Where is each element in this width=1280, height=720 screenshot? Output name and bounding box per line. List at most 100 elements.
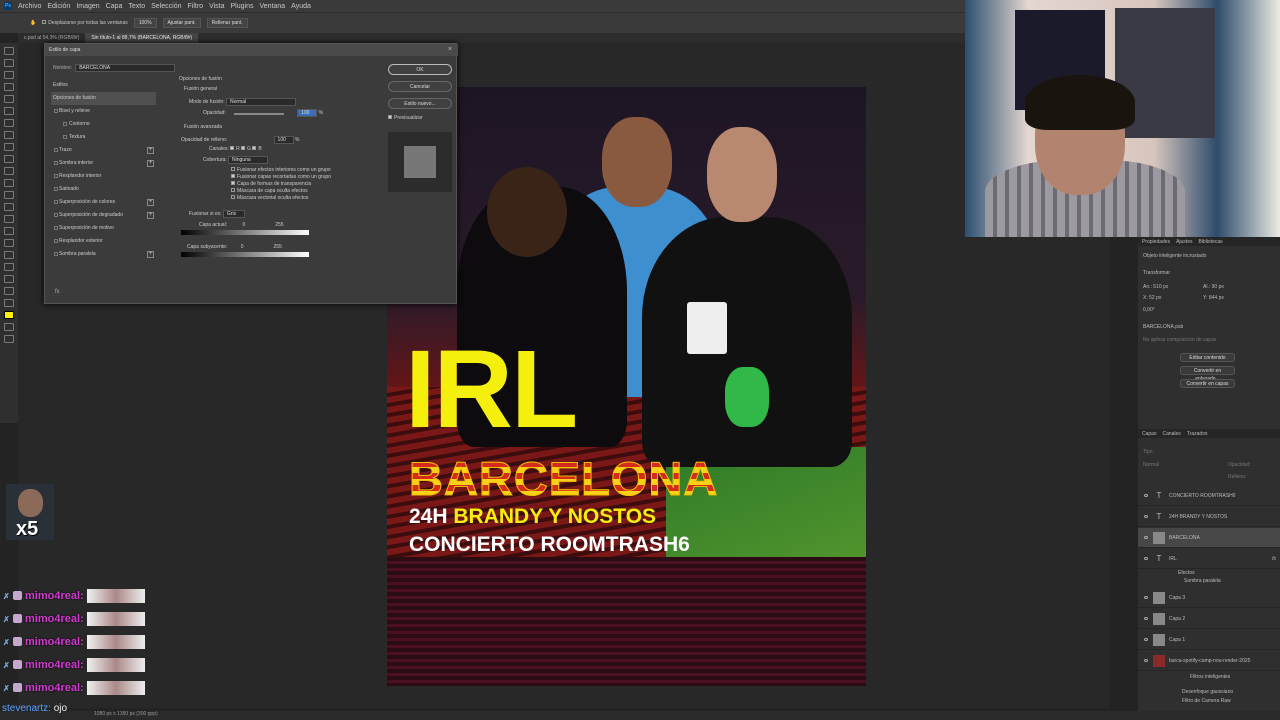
tab-channels[interactable]: Canales xyxy=(1162,431,1180,437)
style-stroke[interactable]: Trazo + xyxy=(51,144,156,157)
x-field[interactable]: X: 52 px xyxy=(1143,295,1161,301)
preview-checkbox[interactable]: Previsualizar xyxy=(388,115,453,121)
menu-filtro[interactable]: Filtro xyxy=(188,3,204,10)
tab-document-2[interactable]: Sin título-1 al 88,7% (BARCELONA, RGB/8#… xyxy=(85,33,199,43)
eye-icon[interactable] xyxy=(1144,617,1148,620)
style-contour[interactable]: Contorno xyxy=(51,118,156,131)
quick-mask-icon[interactable] xyxy=(4,323,14,331)
style-texture[interactable]: Textura xyxy=(51,131,156,144)
style-outer-glow[interactable]: Resplandor exterior xyxy=(51,235,156,248)
tab-properties[interactable]: Propiedades xyxy=(1142,239,1170,245)
stamp-tool-icon[interactable] xyxy=(4,155,14,163)
blur-tool-icon[interactable] xyxy=(4,203,14,211)
menu-vista[interactable]: Vista xyxy=(209,3,224,10)
add-icon[interactable]: + xyxy=(147,147,154,154)
tab-document-1[interactable]: c.psd al 54,3% (RGB/8#) xyxy=(18,33,85,43)
menu-seleccion[interactable]: Selección xyxy=(151,3,181,10)
height-field[interactable]: Al.: 90 px xyxy=(1203,284,1224,290)
layer-filter-search[interactable]: Tipo xyxy=(1143,449,1153,455)
path-select-icon[interactable] xyxy=(4,251,14,259)
layer-row[interactable]: T IRL fx xyxy=(1138,549,1280,569)
type-tool-icon[interactable] xyxy=(4,239,14,247)
eye-icon[interactable] xyxy=(1144,659,1148,662)
add-icon[interactable]: + xyxy=(147,160,154,167)
scroll-all-checkbox[interactable]: Desplazarse por todas las ventanas xyxy=(42,20,128,26)
layer-row[interactable]: BARCELONA xyxy=(1138,528,1280,548)
zoom-tool-icon[interactable] xyxy=(4,287,14,295)
eye-icon[interactable] xyxy=(1144,536,1148,539)
adv-check-1[interactable]: Fusionar efectos interiores como un grup… xyxy=(231,167,331,173)
layer-fill-label[interactable]: Relleno: xyxy=(1228,474,1246,480)
menu-plugins[interactable]: Plugins xyxy=(231,3,254,10)
gradient-tool-icon[interactable] xyxy=(4,191,14,199)
layer-row[interactable]: T CONCIERTO ROOMTRASH6 xyxy=(1138,486,1280,506)
menu-archivo[interactable]: Archivo xyxy=(18,3,41,10)
tab-adjustments[interactable]: Ajustes xyxy=(1176,239,1192,245)
menu-imagen[interactable]: Imagen xyxy=(76,3,99,10)
add-icon[interactable]: + xyxy=(147,199,154,206)
convert-linked-button[interactable]: Convertir en enlazado... xyxy=(1180,366,1235,382)
adv-check-2[interactable]: Fusionar capas recortadas como un grupo xyxy=(231,174,331,180)
add-icon[interactable]: + xyxy=(147,251,154,258)
fx-menu-icon[interactable]: fx xyxy=(55,289,60,295)
hand-tool-icon[interactable]: ✋ xyxy=(30,20,36,26)
tab-paths[interactable]: Trazados xyxy=(1187,431,1208,437)
move-tool-icon[interactable] xyxy=(4,47,14,55)
crop-tool-icon[interactable] xyxy=(4,95,14,103)
convert-layers-button[interactable]: Convertir en capas xyxy=(1180,379,1235,388)
layer-blend-mode[interactable]: Normal xyxy=(1143,462,1159,468)
style-color-overlay[interactable]: Superposición de colores + xyxy=(51,196,156,209)
adv-check-4[interactable]: Máscara de capa oculta efectos xyxy=(231,188,308,194)
layer-row[interactable]: T 24H BRANDY Y NOSTOS xyxy=(1138,507,1280,527)
close-icon[interactable]: × xyxy=(448,46,452,53)
shape-tool-icon[interactable] xyxy=(4,263,14,271)
drop-shadow-effect[interactable]: Sombra paralela xyxy=(1184,578,1221,584)
tab-layers[interactable]: Capas xyxy=(1142,431,1156,437)
eye-icon[interactable] xyxy=(1144,557,1148,560)
blend-mode-select[interactable]: Normal xyxy=(225,98,296,106)
brush-tool-icon[interactable] xyxy=(4,143,14,151)
healing-tool-icon[interactable] xyxy=(4,131,14,139)
layer-comp-select[interactable]: No aplicar composición de capas xyxy=(1143,337,1216,343)
style-inner-shadow[interactable]: Sombra interior + xyxy=(51,157,156,170)
layer-opacity-label[interactable]: Opacidad: xyxy=(1228,462,1251,468)
cancel-button[interactable]: Cancelar xyxy=(388,81,452,92)
pen-tool-icon[interactable] xyxy=(4,227,14,235)
menu-capa[interactable]: Capa xyxy=(106,3,123,10)
ok-button[interactable]: OK xyxy=(388,64,452,75)
style-blending-options[interactable]: Opciones de fusión xyxy=(51,92,156,105)
channel-r-checkbox[interactable] xyxy=(230,146,235,150)
eye-icon[interactable] xyxy=(1144,596,1148,599)
foreground-color-swatch[interactable] xyxy=(4,311,14,319)
opacity-slider[interactable] xyxy=(234,113,284,115)
layer-row[interactable]: Capa 3 xyxy=(1138,588,1280,608)
layer-row[interactable]: Capa 1 xyxy=(1138,630,1280,650)
fill-screen-button[interactable]: Rellenar pant. xyxy=(206,18,248,28)
marquee-tool-icon[interactable] xyxy=(4,59,14,67)
channel-g-checkbox[interactable] xyxy=(241,146,246,150)
eye-icon[interactable] xyxy=(1144,515,1148,518)
menu-ayuda[interactable]: Ayuda xyxy=(291,3,311,10)
adv-check-3[interactable]: Capa de formas de transparencia xyxy=(231,181,311,187)
menu-ventana[interactable]: Ventana xyxy=(259,3,285,10)
edit-toolbar-icon[interactable] xyxy=(4,299,14,307)
camera-raw-filter[interactable]: Filtro de Camera Raw xyxy=(1182,698,1231,704)
fx-icon[interactable]: fx xyxy=(1272,556,1276,562)
eye-icon[interactable] xyxy=(1144,494,1148,497)
style-bevel[interactable]: Bisel y relieve xyxy=(51,105,156,118)
width-field[interactable]: An.: 510 px xyxy=(1143,284,1168,290)
menu-texto[interactable]: Texto xyxy=(128,3,145,10)
add-icon[interactable]: + xyxy=(147,212,154,219)
frame-tool-icon[interactable] xyxy=(4,107,14,115)
eye-icon[interactable] xyxy=(1144,638,1148,641)
style-satin[interactable]: Satinado xyxy=(51,183,156,196)
style-pattern-overlay[interactable]: Superposición de motivo xyxy=(51,222,156,235)
fit-screen-button[interactable]: Ajustar pant. xyxy=(162,18,201,28)
layer-name-field[interactable]: BARCELONA xyxy=(75,64,176,72)
gaussian-blur-filter[interactable]: Desenfoque gaussiano xyxy=(1182,689,1233,695)
zoom-100-button[interactable]: 100% xyxy=(133,18,157,28)
fill-opacity-field[interactable]: 100 xyxy=(273,136,294,144)
screen-mode-icon[interactable] xyxy=(4,335,14,343)
style-drop-shadow[interactable]: Sombra paralela + xyxy=(51,248,156,261)
layer-row[interactable]: Capa 2 xyxy=(1138,609,1280,629)
